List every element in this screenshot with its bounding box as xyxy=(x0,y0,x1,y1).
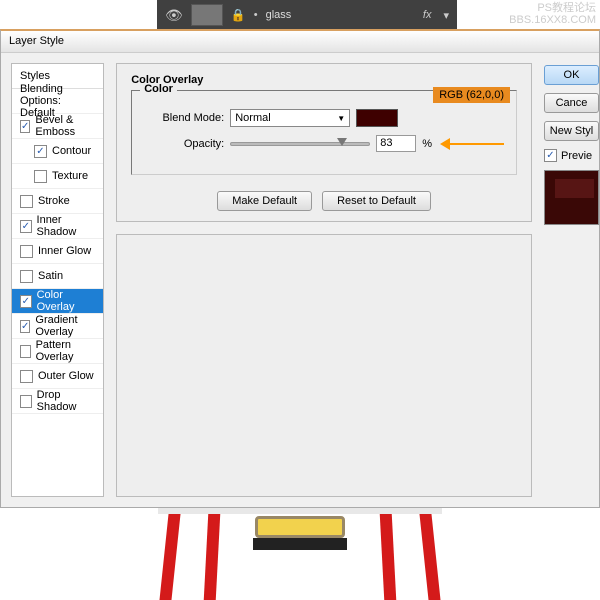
style-label: Texture xyxy=(52,170,88,182)
style-label: Pattern Overlay xyxy=(36,339,96,363)
layer-style-dialog: Layer Style Styles Blending Options: Def… xyxy=(0,29,600,508)
style-checkbox[interactable] xyxy=(20,270,33,283)
style-checkbox[interactable] xyxy=(20,320,30,333)
ok-button[interactable]: OK xyxy=(544,65,599,85)
style-label: Inner Shadow xyxy=(37,214,96,238)
style-checkbox[interactable] xyxy=(20,120,30,133)
group-legend: Color xyxy=(140,83,177,95)
blend-mode-select[interactable]: Normal ▼ xyxy=(230,109,350,127)
style-checkbox[interactable] xyxy=(20,395,32,408)
lock-icon: 🔒 xyxy=(231,8,246,22)
chevron-down-icon[interactable]: ▾ xyxy=(443,9,449,22)
style-checkbox[interactable] xyxy=(20,370,33,383)
cancel-button[interactable]: Cance xyxy=(544,93,599,113)
style-label: Outer Glow xyxy=(38,370,94,382)
style-row-drop-shadow[interactable]: Drop Shadow xyxy=(12,389,103,414)
watermark-line2: BBS.16XX8.COM xyxy=(509,14,596,26)
style-row-inner-glow[interactable]: Inner Glow xyxy=(12,239,103,264)
dialog-title: Layer Style xyxy=(1,31,599,53)
style-label: Bevel & Emboss xyxy=(35,114,95,138)
style-checkbox[interactable] xyxy=(34,145,47,158)
color-group: Color RGB (62,0,0) Blend Mode: Normal ▼ … xyxy=(131,90,517,175)
blending-options-row[interactable]: Blending Options: Default xyxy=(12,89,103,114)
style-label: Stroke xyxy=(38,195,70,207)
style-label: Drop Shadow xyxy=(37,389,96,413)
style-checkbox[interactable] xyxy=(20,345,31,358)
rgb-annotation: RGB (62,0,0) xyxy=(433,87,510,103)
style-checkbox[interactable] xyxy=(20,295,32,308)
color-swatch[interactable] xyxy=(356,109,398,127)
style-row-contour[interactable]: Contour xyxy=(12,139,103,164)
opacity-slider[interactable] xyxy=(230,142,370,146)
preview-thumbnail xyxy=(544,170,599,225)
style-label: Contour xyxy=(52,145,91,157)
blend-mode-label: Blend Mode: xyxy=(144,112,224,124)
opacity-unit: % xyxy=(422,138,432,150)
style-row-pattern-overlay[interactable]: Pattern Overlay xyxy=(12,339,103,364)
layer-name[interactable]: glass xyxy=(266,9,415,21)
style-row-outer-glow[interactable]: Outer Glow xyxy=(12,364,103,389)
style-label: Color Overlay xyxy=(37,289,96,313)
layer-thumbnail[interactable] xyxy=(191,4,223,26)
style-checkbox[interactable] xyxy=(34,170,47,183)
style-row-stroke[interactable]: Stroke xyxy=(12,189,103,214)
preview-checkbox[interactable] xyxy=(544,149,557,162)
style-row-texture[interactable]: Texture xyxy=(12,164,103,189)
dialog-buttons: OK Cance New Styl Previe xyxy=(544,63,599,497)
options-panel-empty xyxy=(116,234,532,497)
arrow-annotation xyxy=(444,143,504,145)
slider-handle[interactable] xyxy=(337,138,347,146)
make-default-button[interactable]: Make Default xyxy=(217,191,312,211)
style-row-gradient-overlay[interactable]: Gradient Overlay xyxy=(12,314,103,339)
style-row-satin[interactable]: Satin xyxy=(12,264,103,289)
background-artwork xyxy=(158,508,442,600)
preview-label: Previe xyxy=(561,150,592,162)
style-label: Satin xyxy=(38,270,63,282)
watermark-line1: PS教程论坛 xyxy=(509,2,596,14)
opacity-label: Opacity: xyxy=(144,138,224,150)
style-row-color-overlay[interactable]: Color Overlay xyxy=(12,289,103,314)
visibility-icon[interactable]: 👁 xyxy=(165,7,183,24)
style-checkbox[interactable] xyxy=(20,245,33,258)
blend-value: Normal xyxy=(235,112,270,124)
styles-list: Styles Blending Options: Default Bevel &… xyxy=(11,63,104,497)
style-label: Inner Glow xyxy=(38,245,91,257)
fx-badge[interactable]: fx xyxy=(423,9,432,21)
layers-panel-row: 👁 🔒 • glass fx ▾ xyxy=(157,0,457,30)
chevron-down-icon: ▼ xyxy=(337,114,345,123)
opacity-input[interactable]: 83 xyxy=(376,135,416,152)
style-label: Gradient Overlay xyxy=(35,314,95,338)
style-checkbox[interactable] xyxy=(20,220,32,233)
new-style-button[interactable]: New Styl xyxy=(544,121,599,141)
watermark: PS教程论坛 BBS.16XX8.COM xyxy=(509,2,596,26)
style-checkbox[interactable] xyxy=(20,195,33,208)
panel-title: Color Overlay xyxy=(131,74,517,86)
style-row-inner-shadow[interactable]: Inner Shadow xyxy=(12,214,103,239)
link-dot-icon: • xyxy=(254,9,258,21)
reset-default-button[interactable]: Reset to Default xyxy=(322,191,431,211)
options-panel: Color Overlay Color RGB (62,0,0) Blend M… xyxy=(116,63,532,222)
